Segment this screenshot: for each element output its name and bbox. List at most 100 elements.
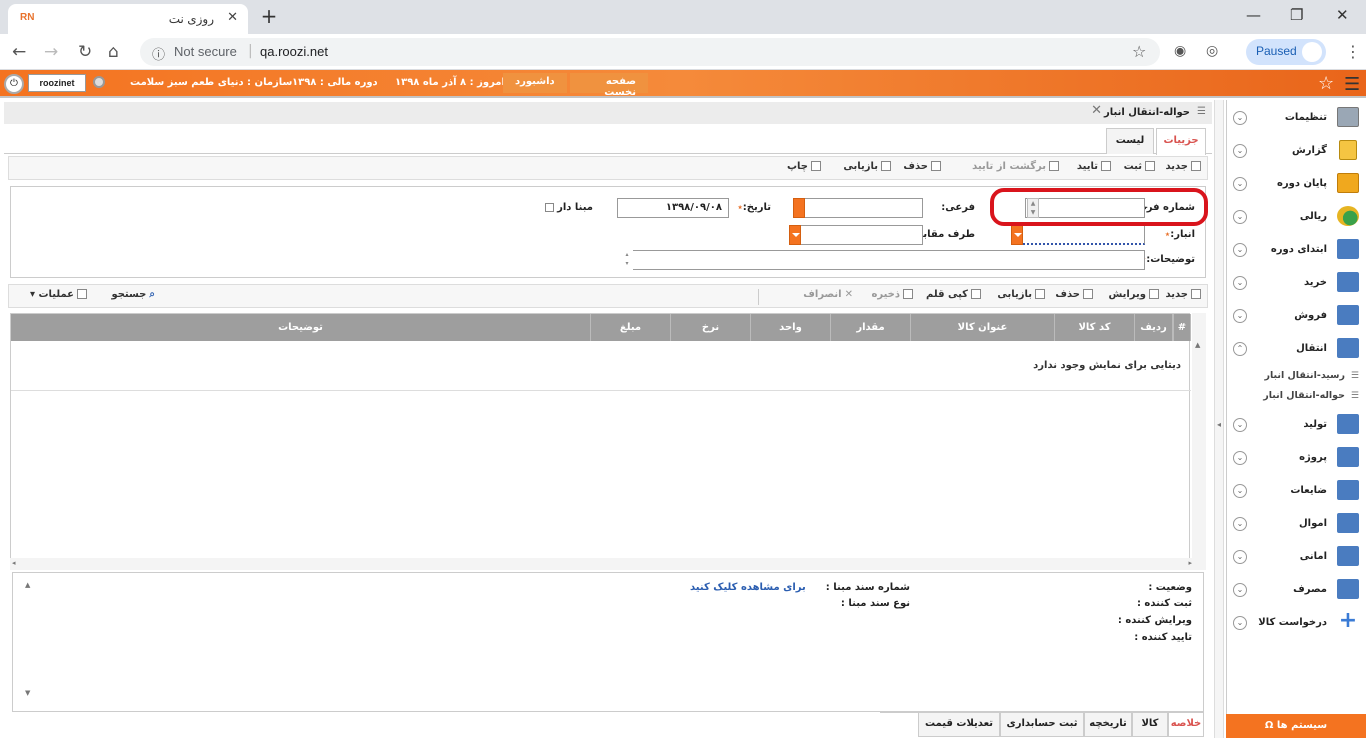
column-item-title[interactable]: عنوان کالا <box>911 314 1055 341</box>
browser-menu-icon[interactable]: ⋮ <box>1345 42 1361 61</box>
sidebar-item-report[interactable]: ⌄ گزارش <box>1227 135 1366 167</box>
browser-tab[interactable]: RN روزی نت ✕ <box>8 4 248 34</box>
grid-refresh-button[interactable]: بازیابی <box>997 289 1045 300</box>
chevron-up-icon[interactable]: ⌃ <box>1233 342 1247 356</box>
gear-icon[interactable] <box>93 76 105 88</box>
tab-summary[interactable]: خلاصه <box>1168 713 1204 737</box>
scroll-down-icon[interactable]: ▼ <box>25 689 30 697</box>
chevron-down-icon[interactable]: ⌄ <box>1233 517 1247 531</box>
column-rate[interactable]: نرخ <box>671 314 751 341</box>
sidebar-splitter[interactable]: ◂ <box>1214 100 1224 738</box>
scroll-right-icon[interactable]: ▸ <box>1188 559 1192 567</box>
scroll-up-icon[interactable]: ▲ <box>1195 341 1200 349</box>
fiscal-year-label[interactable]: دوره مالی : ۱۳۹۸ <box>292 77 378 88</box>
back-icon[interactable]: ← <box>12 42 26 62</box>
sidebar-subitem-transfer-issue[interactable]: ☰ حواله-انتقال انبار <box>1227 387 1366 405</box>
column-unit[interactable]: واحد <box>751 314 831 341</box>
sidebar-item-sales[interactable]: ⌄ فروش <box>1227 300 1366 332</box>
column-description[interactable]: توضیحات <box>11 314 591 341</box>
refresh-button[interactable]: بازیابی <box>843 161 891 172</box>
sidebar-item-purchase[interactable]: ⌄ خرید <box>1227 267 1366 299</box>
chevron-down-icon[interactable]: ⌄ <box>1233 309 1247 323</box>
grid-vertical-scrollbar[interactable]: ▲ <box>1192 313 1206 560</box>
sidebar-subitem-transfer-receipt[interactable]: ☰ رسید-انتقال انبار <box>1227 367 1366 385</box>
column-index[interactable]: # <box>1173 314 1191 341</box>
power-icon[interactable]: ⏻ <box>4 74 24 94</box>
grid-new-button[interactable]: جدید <box>1165 289 1201 300</box>
sidebar-item-period-end[interactable]: ⌄ پایان دوره <box>1227 168 1366 200</box>
chevron-down-icon[interactable]: ⌄ <box>1233 616 1247 630</box>
chevron-down-icon[interactable]: ⌄ <box>1233 243 1247 257</box>
chevron-down-icon[interactable]: ⌄ <box>1233 583 1247 597</box>
sub-input[interactable] <box>801 198 923 218</box>
new-button[interactable]: جدید <box>1165 161 1201 172</box>
chevron-down-icon[interactable]: ⌄ <box>1233 550 1247 564</box>
profile-button[interactable]: Paused <box>1246 39 1326 65</box>
grid-edit-button[interactable]: ویرایش <box>1108 289 1159 300</box>
based-checkbox[interactable] <box>544 202 554 212</box>
username-box[interactable]: roozinet <box>28 74 86 92</box>
sub-spinner[interactable] <box>793 198 805 218</box>
sidebar-item-transfer[interactable]: ⌃ انتقال <box>1227 333 1366 365</box>
close-tab-icon[interactable]: ✕ <box>227 10 238 25</box>
info-icon[interactable]: ⓘ <box>152 44 165 63</box>
chevron-down-icon[interactable]: ⌄ <box>1233 177 1247 191</box>
tab-accounting[interactable]: ثبت حسابداری <box>1000 713 1084 737</box>
sidebar-item-period-start[interactable]: ⌄ ابتدای دوره <box>1227 234 1366 266</box>
chevron-down-icon[interactable]: ⌄ <box>1233 451 1247 465</box>
sidebar-item-consumption[interactable]: ⌄ مصرف <box>1227 574 1366 606</box>
tab-list[interactable]: لیست <box>1106 128 1154 154</box>
sidebar-item-rial[interactable]: ⌄ ریالی <box>1227 201 1366 233</box>
organization-label[interactable]: سازمان : دنیای طعم سبز سلامت <box>130 77 292 88</box>
tab-price-adjustments[interactable]: تعدیلات قیمت <box>918 713 1000 737</box>
minimize-icon[interactable]: — <box>1246 6 1261 24</box>
date-input[interactable]: ۱۳۹۸/۰۹/۰۸ <box>617 198 729 218</box>
scroll-up-icon[interactable]: ▲ <box>25 581 30 589</box>
tab-items[interactable]: کالا <box>1132 713 1168 737</box>
chevron-down-icon[interactable]: ⌄ <box>1233 111 1247 125</box>
reload-icon[interactable]: ↻ <box>78 42 92 62</box>
sidebar-item-settings[interactable]: ⌄ تنظیمات <box>1227 102 1366 134</box>
home-icon[interactable]: ⌂ <box>108 42 119 62</box>
scroll-left-icon[interactable]: ◂ <box>12 559 16 567</box>
print-button[interactable]: چاپ <box>787 161 821 172</box>
warehouse-dropdown-icon[interactable] <box>1011 225 1023 245</box>
approve-button[interactable]: تایید <box>1077 161 1111 172</box>
extension-eye-icon[interactable]: ◎ <box>1206 43 1218 59</box>
column-quantity[interactable]: مقدار <box>831 314 911 341</box>
bookmark-star-icon[interactable]: ☆ <box>1132 42 1146 61</box>
systems-button[interactable]: سیستم ها Ω <box>1226 714 1366 738</box>
new-tab-button[interactable]: + <box>256 5 282 29</box>
close-icon[interactable]: ✕ <box>1091 103 1102 118</box>
description-input[interactable] <box>621 250 1145 270</box>
favorites-star-icon[interactable]: ☆ <box>1318 73 1334 94</box>
collapse-arrow-icon[interactable]: ◂ <box>1217 420 1221 429</box>
sidebar-item-goods-request[interactable]: ⌄ درخواست کالا + <box>1227 607 1366 639</box>
chevron-down-icon[interactable]: ⌄ <box>1233 210 1247 224</box>
unapprove-button[interactable]: برگشت از تایید <box>972 161 1059 172</box>
chevron-down-icon[interactable]: ⌄ <box>1233 484 1247 498</box>
grid-delete-button[interactable]: حذف <box>1055 289 1093 300</box>
sidebar-item-waste[interactable]: ⌄ ضایعات <box>1227 475 1366 507</box>
based-checkbox-label[interactable]: مبنا دار <box>544 202 593 213</box>
hamburger-menu-icon[interactable]: ☰ <box>1344 74 1360 95</box>
grid-horizontal-scrollbar[interactable]: ◂ ▸ <box>10 558 1206 570</box>
restore-icon[interactable]: ❐ <box>1290 6 1303 24</box>
grid-save-button[interactable]: ذخیره <box>871 289 913 300</box>
summary-scrollbar[interactable]: ▲ ▼ <box>25 579 39 705</box>
counterparty-dropdown-icon[interactable] <box>789 225 801 245</box>
chevron-down-icon[interactable]: ⌄ <box>1233 144 1247 158</box>
close-window-icon[interactable]: ✕ <box>1336 6 1349 24</box>
copy-item-button[interactable]: کپی قلم <box>926 289 981 300</box>
delete-button[interactable]: حذف <box>903 161 941 172</box>
dashboard-button[interactable]: داشبورد <box>503 73 567 93</box>
save-button[interactable]: ثبت <box>1124 161 1155 172</box>
chevron-down-icon[interactable]: ⌄ <box>1233 276 1247 290</box>
view-link[interactable]: برای مشاهده کلیک کنید <box>690 582 806 593</box>
address-input[interactable]: ⓘ Not secure | qa.roozi.net <box>140 38 1160 66</box>
warehouse-select[interactable] <box>1011 225 1145 245</box>
sidebar-item-consignment[interactable]: ⌄ امانی <box>1227 541 1366 573</box>
sidebar-item-assets[interactable]: ⌄ اموال <box>1227 508 1366 540</box>
operations-menu-button[interactable]: عملیات ▾ <box>30 289 87 300</box>
column-item-code[interactable]: کد کالا <box>1055 314 1135 341</box>
